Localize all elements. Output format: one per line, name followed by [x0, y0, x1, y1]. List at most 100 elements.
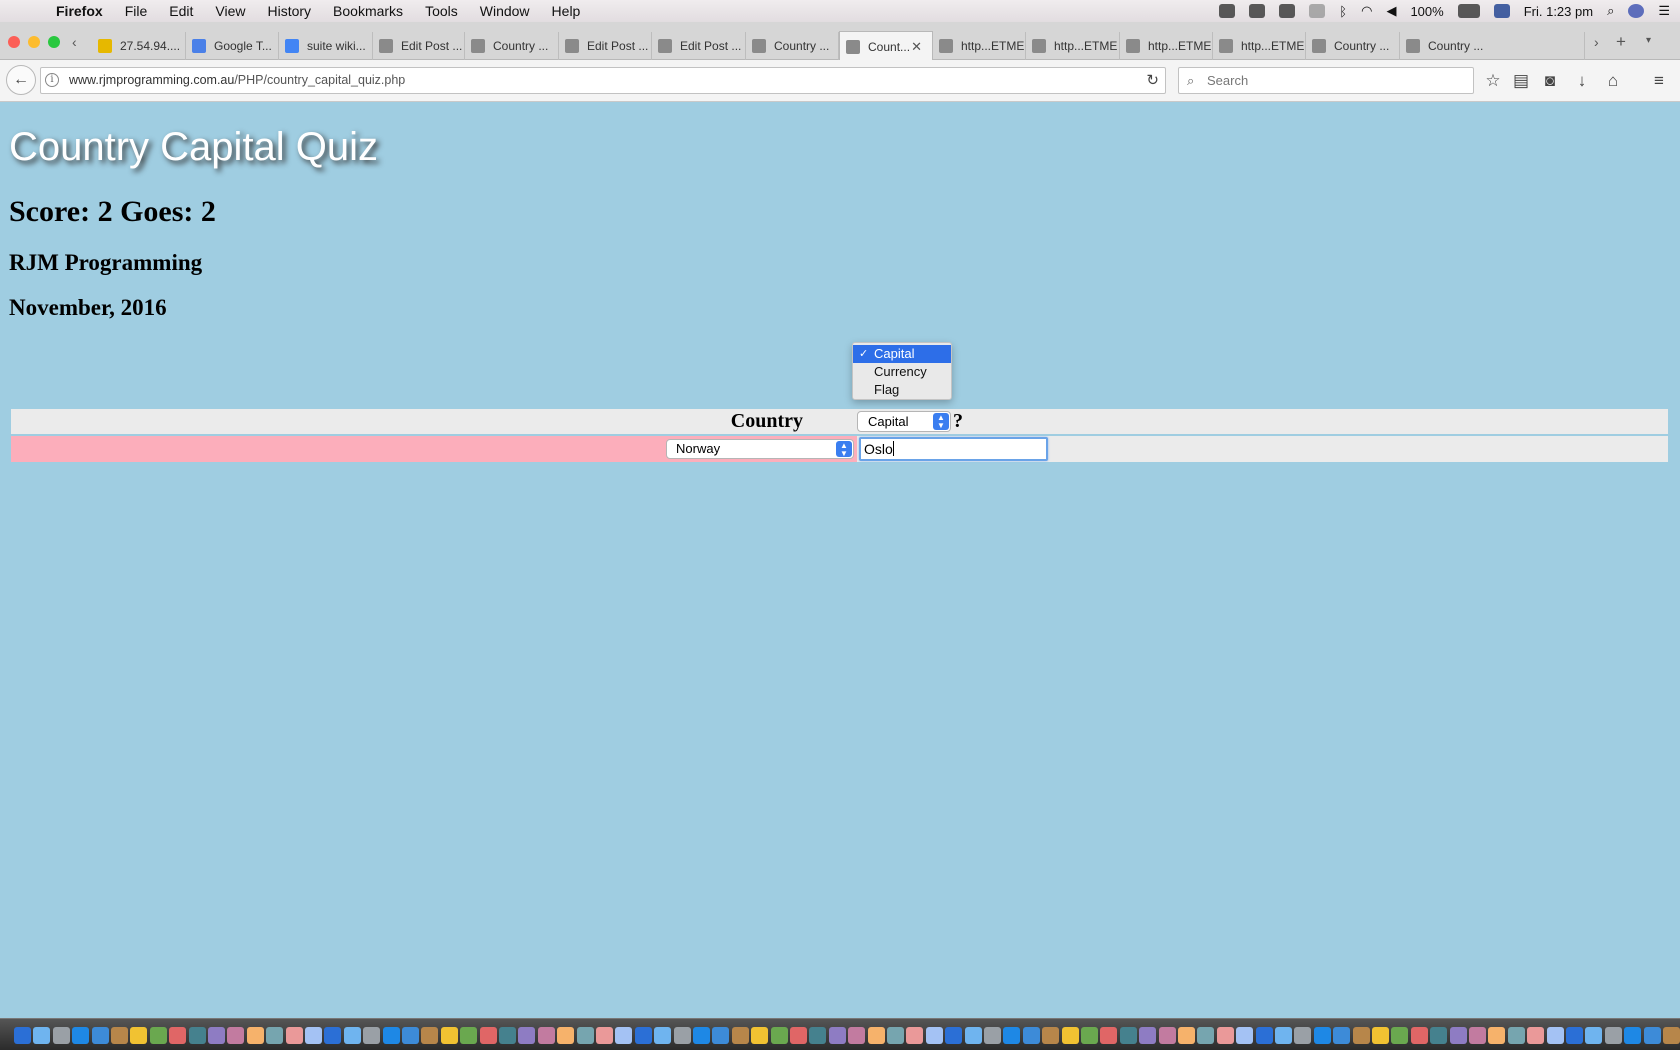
dock-app-icon[interactable]	[421, 1027, 439, 1044]
dock-app-icon[interactable]	[1372, 1027, 1389, 1044]
browser-tab[interactable]: suite wiki...	[279, 32, 373, 60]
dock-app-icon[interactable]	[1507, 1027, 1525, 1044]
status-icon[interactable]	[1249, 4, 1266, 18]
menu-history[interactable]: History	[267, 3, 311, 19]
browser-tab[interactable]: Google T...	[186, 32, 279, 60]
dock-app-icon[interactable]	[557, 1027, 575, 1044]
site-info-icon[interactable]: i	[45, 73, 59, 87]
option-currency[interactable]: Currency	[853, 363, 951, 381]
dock-app-icon[interactable]	[1294, 1027, 1312, 1044]
dock-app-icon[interactable]	[1430, 1027, 1448, 1044]
dock-app-icon[interactable]	[1643, 1027, 1661, 1044]
dock-app-icon[interactable]	[693, 1027, 710, 1044]
dock-app-icon[interactable]	[790, 1027, 807, 1044]
menu-app-firefox[interactable]: Firefox	[56, 3, 103, 19]
battery-percent[interactable]: 100%	[1410, 4, 1443, 19]
bookmark-star-icon[interactable]: ☆	[1483, 71, 1503, 91]
dock-app-icon[interactable]	[1410, 1027, 1428, 1044]
back-button[interactable]: ←	[6, 65, 36, 95]
dock-app-icon[interactable]	[1178, 1027, 1195, 1044]
status-icon[interactable]	[1279, 4, 1296, 18]
dock-app-icon[interactable]	[1100, 1027, 1118, 1044]
dock-app-icon[interactable]	[246, 1027, 264, 1044]
dock-app-icon[interactable]	[712, 1027, 730, 1044]
dock-app-icon[interactable]	[440, 1027, 458, 1044]
dock-app-icon[interactable]	[1488, 1027, 1506, 1044]
time-machine-icon[interactable]	[1309, 4, 1326, 18]
dock-app-icon[interactable]	[382, 1027, 400, 1044]
dock-app-icon[interactable]	[1216, 1027, 1234, 1044]
option-flag[interactable]: Flag	[853, 381, 951, 399]
browser-tab[interactable]: Country ...	[746, 32, 839, 60]
close-window-icon[interactable]	[8, 36, 20, 48]
bluetooth-icon[interactable]: ᛒ	[1339, 4, 1347, 19]
browser-tab[interactable]: Country ...	[465, 32, 559, 60]
dock-app-icon[interactable]	[1139, 1027, 1157, 1044]
menu-tools[interactable]: Tools	[425, 3, 458, 19]
close-tab-icon[interactable]: ✕	[911, 39, 922, 55]
dock-app-icon[interactable]	[305, 1027, 322, 1044]
dock-app-icon[interactable]	[52, 1027, 70, 1044]
dock-app-icon[interactable]	[887, 1027, 904, 1044]
hamburger-menu-icon[interactable]: ≡	[1649, 71, 1669, 91]
menu-help[interactable]: Help	[552, 3, 581, 19]
browser-tab[interactable]: http...ETME	[933, 32, 1026, 60]
browser-tab[interactable]: http...ETME	[1120, 32, 1213, 60]
dock-app-icon[interactable]	[479, 1027, 497, 1044]
url-text[interactable]: www.rjmprogramming.com.au/PHP/country_ca…	[69, 68, 405, 93]
dock-app-icon[interactable]	[1119, 1027, 1137, 1044]
dock-app-icon[interactable]	[1546, 1027, 1564, 1044]
list-all-tabs-icon[interactable]: ▾	[1646, 35, 1651, 46]
option-capital[interactable]: ✓ Capital	[853, 345, 951, 363]
dock-app-icon[interactable]	[518, 1027, 536, 1044]
reload-icon[interactable]: ↻	[1146, 68, 1159, 93]
dock-app-icon[interactable]	[1042, 1027, 1060, 1044]
dock-app-icon[interactable]	[1022, 1027, 1040, 1044]
scroll-tabs-right-icon[interactable]: ›	[1594, 34, 1599, 50]
dock-app-icon[interactable]	[266, 1027, 284, 1044]
dock-app-icon[interactable]	[227, 1027, 245, 1044]
search-input[interactable]: ⌕ Search	[1178, 67, 1474, 94]
dock-app-icon[interactable]	[324, 1027, 342, 1044]
dock-app-icon[interactable]	[1003, 1027, 1021, 1044]
dock-app-icon[interactable]	[945, 1027, 963, 1044]
dock-app-icon[interactable]	[91, 1027, 109, 1044]
dock-app-icon[interactable]	[537, 1027, 555, 1044]
dock-app-icon[interactable]	[149, 1027, 167, 1044]
notification-center-icon[interactable]: ☰	[1658, 3, 1670, 19]
dock-app-icon[interactable]	[615, 1027, 633, 1044]
user-icon[interactable]	[1628, 4, 1645, 18]
clock[interactable]: Fri. 1:23 pm	[1524, 4, 1593, 19]
scroll-tabs-left-icon[interactable]: ‹	[72, 34, 77, 50]
dock-app-icon[interactable]	[964, 1027, 982, 1044]
dock-app-icon[interactable]	[848, 1027, 866, 1044]
dock-app-icon[interactable]	[1313, 1027, 1331, 1044]
dock-app-icon[interactable]	[1158, 1027, 1176, 1044]
browser-tab[interactable]: http...ETME	[1213, 32, 1306, 60]
browser-tab[interactable]: Edit Post ...	[559, 32, 652, 60]
dock-app-icon[interactable]	[1585, 1027, 1603, 1044]
dock-app-icon[interactable]	[1333, 1027, 1351, 1044]
dock-app-icon[interactable]	[809, 1027, 827, 1044]
dock-app-icon[interactable]	[731, 1027, 749, 1044]
new-tab-icon[interactable]: +	[1616, 32, 1626, 52]
flag-icon[interactable]	[1493, 4, 1510, 18]
dock-app-icon[interactable]	[1604, 1027, 1622, 1044]
dock-app-icon[interactable]	[1275, 1027, 1292, 1044]
dock-app-icon[interactable]	[169, 1027, 187, 1044]
dock-app-icon[interactable]	[828, 1027, 846, 1044]
country-select[interactable]: Norway ▲ ▼	[666, 439, 854, 459]
dock-app-icon[interactable]	[1352, 1027, 1370, 1044]
dock-app-icon[interactable]	[343, 1027, 361, 1044]
dock-app-icon[interactable]	[188, 1027, 206, 1044]
menu-view[interactable]: View	[215, 3, 245, 19]
dock-app-icon[interactable]	[1391, 1027, 1409, 1044]
minimize-window-icon[interactable]	[28, 36, 40, 48]
browser-tab[interactable]: 27.54.94....	[92, 32, 186, 60]
dock-app-icon[interactable]	[1566, 1027, 1583, 1044]
menu-bookmarks[interactable]: Bookmarks	[333, 3, 403, 19]
dock-app-icon[interactable]	[285, 1027, 303, 1044]
zoom-window-icon[interactable]	[48, 36, 60, 48]
browser-tab[interactable]: Country ...	[1400, 32, 1585, 60]
dock-app-icon[interactable]	[576, 1027, 594, 1044]
